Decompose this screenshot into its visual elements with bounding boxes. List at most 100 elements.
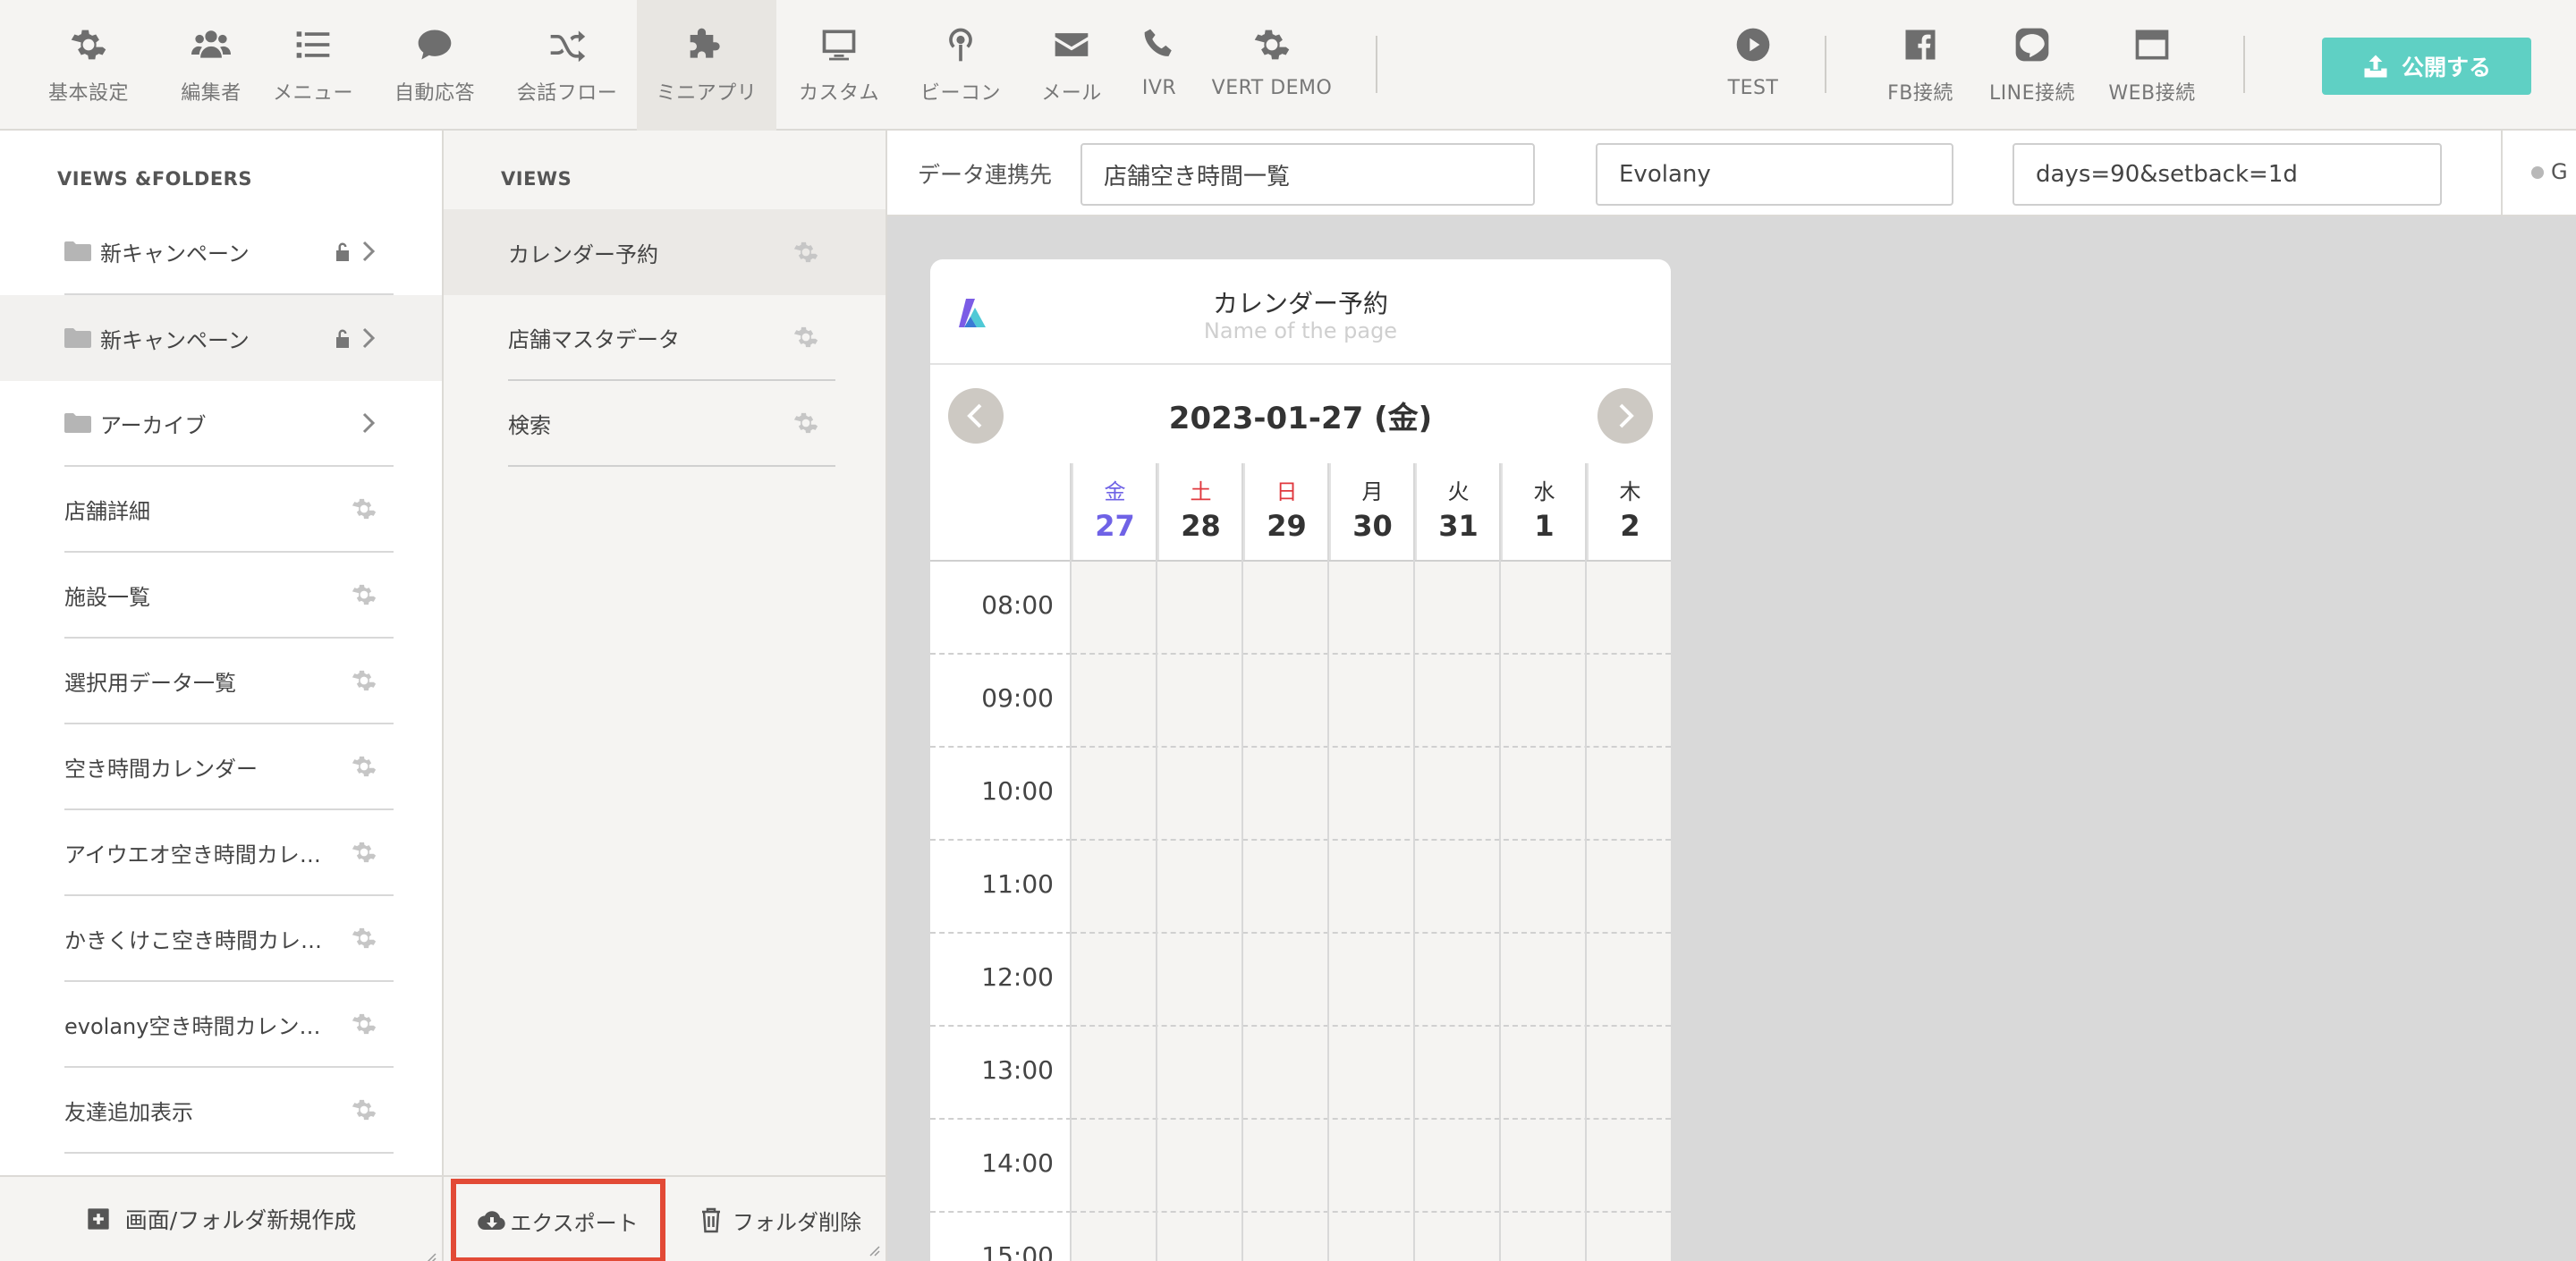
folder-icon [64,328,91,348]
upload-icon [2364,55,2387,78]
toolbar-basic-settings[interactable]: 基本設定 [32,0,145,131]
resize-handle[interactable] [424,1243,436,1261]
time-slots[interactable] [1072,1120,1671,1213]
time-row: 14:00 [930,1120,1671,1213]
day-number: 31 [1438,509,1479,543]
toolbar-label: カスタム [798,82,879,105]
time-slots[interactable] [1072,1213,1671,1261]
toolbar-web-connect[interactable]: WEB接続 [2106,0,2199,131]
toolbar-divider [2243,36,2245,93]
day-header[interactable]: 火 31 [1415,463,1500,560]
workspace-input[interactable] [1596,143,1953,206]
day-header[interactable]: 金 27 [1072,463,1157,560]
time-slots[interactable] [1072,934,1671,1027]
gear-icon[interactable] [351,753,377,780]
resize-handle[interactable] [868,1243,880,1257]
day-number: 1 [1534,509,1555,543]
view-item[interactable]: 店舗マスタデータ [444,295,886,381]
view-item[interactable]: 店舗詳細 [0,467,442,553]
gear-icon[interactable] [792,410,819,436]
unlock-icon[interactable] [335,328,351,348]
export-button[interactable]: エクスポート [451,1179,665,1261]
time-slots[interactable] [1072,1027,1671,1120]
toolbar-vert-demo[interactable]: VERT DEMO [1208,0,1336,131]
cloud-download-icon [478,1211,506,1230]
toolbar-fb-connect[interactable]: FB接続 [1880,0,1961,131]
weekday-label: 日 [1275,479,1298,504]
gear-icon[interactable] [351,1011,377,1037]
gear-icon[interactable] [351,495,377,522]
delete-folder-button[interactable]: フォルダ削除 [678,1177,884,1261]
folder-item[interactable]: 新キャンペーン [0,295,442,381]
toolbar-mail[interactable]: メール [1027,0,1116,131]
day-header[interactable]: 水 1 [1501,463,1586,560]
gear-icon [71,30,106,60]
view-item[interactable]: 友達追加表示 [0,1068,442,1154]
gear-icon[interactable] [351,1096,377,1123]
next-button[interactable] [1597,388,1653,444]
gear-icon[interactable] [351,839,377,866]
publish-button[interactable]: 公開する [2322,38,2531,95]
unlock-icon[interactable] [335,241,351,261]
view-label: かきくけこ空き時間カレン... [64,927,338,953]
toolbar-line-connect[interactable]: LINE接続 [1986,0,2079,131]
chevron-right-icon[interactable] [361,327,376,349]
chevron-right-icon[interactable] [361,412,376,434]
view-item[interactable]: アイウエオ空き時間カレン... [0,810,442,896]
day-header[interactable]: 木 2 [1587,463,1671,560]
folder-icon [64,241,91,261]
gear-icon[interactable] [351,667,377,694]
time-slots[interactable] [1072,748,1671,841]
view-item[interactable]: evolany空き時間カレンダ... [0,982,442,1068]
view-item[interactable]: かきくけこ空き時間カレン... [0,896,442,982]
chevron-right-icon[interactable] [361,241,376,262]
weekday-label: 金 [1104,479,1126,504]
line-icon [2015,28,2049,62]
time-slots[interactable] [1072,655,1671,748]
toolbar-auto-reply[interactable]: 自動応答 [385,0,485,131]
create-view-folder-button[interactable]: 画面/フォルダ新規作成 [0,1175,444,1261]
monitor-icon [822,30,856,61]
weekday-label: 木 [1619,479,1641,504]
day-number: 28 [1181,509,1221,543]
grid-line [1413,463,1415,1261]
mail-icon [1055,33,1089,56]
view-item[interactable]: 選択用データ一覧 [0,639,442,724]
phone-icon [1144,29,1172,56]
view-item[interactable]: 検索 [444,381,886,467]
view-item[interactable]: カレンダー予約 [444,209,886,295]
toolbar-editors[interactable]: 編集者 [161,0,261,131]
toolbar-label: 編集者 [181,82,242,105]
view-label: 店舗マスタデータ [508,326,680,352]
panel-heading: VIEWS &FOLDERS [57,168,252,190]
gear-icon[interactable] [351,925,377,952]
day-header[interactable]: 土 28 [1157,463,1242,560]
view-item[interactable]: 施設一覧 [0,553,442,639]
truncated-label: G [2551,159,2568,184]
gear-icon [1254,30,1290,60]
toolbar-divider [1825,36,1826,93]
list-icon [296,31,330,58]
toolbar-conversation-flow[interactable]: 会話フロー [510,0,624,131]
toolbar-beacon[interactable]: ビーコン [907,0,1014,131]
query-params-input[interactable] [2012,143,2442,206]
data-source-input[interactable] [1080,143,1535,206]
folder-item[interactable]: アーカイブ [0,381,442,467]
toolbar-mini-app[interactable]: ミニアプリ [637,0,776,131]
panel-heading: VIEWS [501,168,572,190]
gear-icon[interactable] [792,239,819,266]
toolbar-test[interactable]: TEST [1717,0,1789,131]
gear-icon[interactable] [351,581,377,608]
time-row: 10:00 [930,748,1671,841]
gear-icon[interactable] [792,324,819,351]
view-item[interactable]: 空き時間カレンダー [0,724,442,810]
toolbar-menu[interactable]: メニュー [265,0,361,131]
day-header[interactable]: 月 30 [1329,463,1414,560]
toolbar-ivr[interactable]: IVR [1131,0,1188,131]
day-header[interactable]: 日 29 [1243,463,1328,560]
toolbar-custom[interactable]: カスタム [789,0,889,131]
folder-item[interactable]: 新キャンペーン [0,209,442,295]
day-number: 27 [1095,509,1135,543]
time-slots[interactable] [1072,562,1671,655]
time-slots[interactable] [1072,841,1671,934]
